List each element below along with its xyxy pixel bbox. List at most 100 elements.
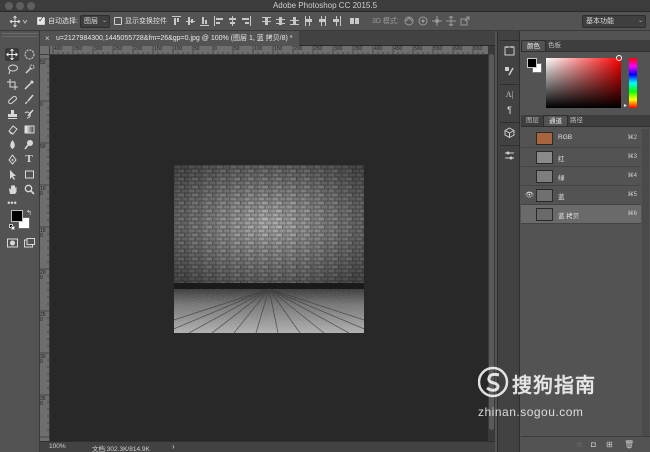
crop-tool-icon[interactable] — [5, 78, 19, 91]
dock-separator — [500, 84, 519, 85]
blur-tool-icon[interactable] — [5, 138, 19, 151]
align-left-edges-icon[interactable] — [214, 16, 223, 26]
history-panel-icon[interactable] — [503, 45, 516, 57]
delete-channel-icon[interactable]: 🗑 — [624, 440, 634, 449]
swap-colors-icon[interactable]: ↰ — [26, 209, 32, 217]
channel-visibility-toggle[interactable] — [525, 172, 533, 180]
zoom-tool-icon[interactable] — [22, 183, 36, 196]
auto-select-checkbox[interactable] — [37, 15, 45, 25]
distribute-top-icon[interactable] — [262, 16, 271, 26]
3d-panel-icon[interactable] — [503, 127, 516, 139]
foreground-color-swatch[interactable] — [11, 210, 23, 222]
document-image[interactable] — [174, 165, 364, 333]
marquee-tool-icon[interactable] — [22, 48, 36, 61]
channel-visibility-toggle[interactable] — [525, 134, 533, 142]
default-colors-icon[interactable] — [9, 224, 15, 230]
show-transform-controls-checkbox[interactable] — [114, 17, 122, 25]
channels-panel-scrollbar[interactable] — [642, 129, 649, 436]
tab-paths[interactable]: 路径 — [565, 115, 588, 127]
horizontal-ruler[interactable]: 400 350 300 250 200 150 100 50 0 50 100 150 200 250 30… — [50, 46, 488, 55]
3d-slide-icon[interactable] — [446, 15, 456, 28]
ruler-label: 250 — [40, 312, 46, 323]
hue-slider-handle-icon[interactable]: ▸ — [624, 102, 627, 109]
auto-align-layers-icon[interactable] — [350, 16, 359, 26]
type-tool-icon[interactable]: T — [22, 153, 36, 166]
canvas-area[interactable] — [50, 55, 488, 441]
dodge-tool-icon[interactable] — [22, 138, 36, 151]
close-document-icon[interactable]: × — [45, 31, 50, 46]
ruler-label: 500 — [414, 46, 423, 52]
channel-row-blue[interactable]: 👁 蓝 ⌘5 — [521, 186, 641, 205]
eyedropper-tool-icon[interactable] — [22, 78, 36, 91]
ruler-label: 250 — [314, 46, 323, 52]
hue-slider[interactable] — [629, 58, 637, 108]
3d-roll-icon[interactable] — [418, 16, 428, 28]
rectangle-tool-icon[interactable] — [22, 168, 36, 181]
align-top-edges-icon[interactable] — [172, 16, 181, 26]
watermark-url: zhinan.sogou.com — [478, 405, 584, 419]
eraser-tool-icon[interactable] — [5, 123, 19, 136]
channel-row-green[interactable]: 绿 ⌘4 — [521, 167, 641, 186]
channel-thumbnail — [536, 132, 553, 145]
3d-pan-icon[interactable] — [432, 16, 442, 28]
ruler-label: 350 — [74, 46, 83, 52]
brush-preset-panel-icon[interactable] — [503, 66, 516, 78]
path-selection-tool-icon[interactable] — [5, 168, 19, 181]
more-tools-icon[interactable]: ••• — [5, 197, 19, 210]
auto-select-label: 自动选择: — [48, 18, 78, 25]
screen-mode-icon[interactable] — [22, 237, 36, 250]
distribute-right-icon[interactable] — [332, 16, 341, 26]
lasso-tool-icon[interactable] — [5, 63, 19, 76]
auto-select-target-dropdown[interactable]: 图层 ⌄ — [80, 15, 110, 28]
tab-swatches[interactable]: 色板 — [543, 40, 566, 52]
properties-panel-icon[interactable] — [503, 150, 516, 162]
zoom-level[interactable]: 100% — [49, 443, 66, 450]
align-vertical-centers-icon[interactable] — [186, 16, 195, 26]
distribute-bottom-icon[interactable] — [290, 16, 299, 26]
move-tool-icon[interactable] — [5, 48, 19, 61]
align-horizontal-centers-icon[interactable] — [228, 16, 237, 26]
align-bottom-edges-icon[interactable] — [200, 16, 209, 26]
status-menu-arrow[interactable]: › — [172, 442, 175, 451]
channel-row-blue-copy[interactable]: 蓝 拷贝 ⌘6 — [521, 205, 641, 224]
history-brush-tool-icon[interactable] — [22, 108, 36, 121]
move-tool-preset-icon[interactable] — [9, 15, 29, 28]
tab-layers[interactable]: 图层 — [521, 115, 544, 127]
load-channel-as-selection-icon[interactable]: ◌ — [577, 440, 582, 449]
align-right-edges-icon[interactable] — [242, 16, 251, 26]
channel-visibility-toggle[interactable] — [525, 153, 533, 161]
distribute-left-icon[interactable] — [304, 16, 313, 26]
brush-tool-icon[interactable] — [22, 93, 36, 106]
hand-tool-icon[interactable] — [5, 183, 19, 196]
document-tab[interactable]: × u=2127984300,1445055728&fm=26&gp=0.jpg… — [40, 31, 299, 46]
tools-panel-grip[interactable] — [2, 33, 38, 37]
color-field[interactable] — [546, 58, 621, 108]
healing-brush-tool-icon[interactable] — [5, 93, 19, 106]
workspace-switcher[interactable]: 基本功能 ⌄ — [582, 15, 646, 28]
3d-rotate-icon[interactable] — [404, 16, 414, 28]
pen-tool-icon[interactable] — [5, 153, 19, 166]
options-bar: 自动选择: 图层 ⌄ 显示变换控件 3D 模式: 基本功能 ⌄ — [0, 12, 650, 31]
quick-mask-icon[interactable] — [5, 237, 19, 250]
save-selection-as-channel-icon[interactable]: ◘ — [591, 440, 596, 449]
distribute-vertical-centers-icon[interactable] — [276, 16, 285, 26]
ruler-label: 100 — [40, 186, 46, 197]
layers-panel-tabs: 图层 通道 路径 — [521, 115, 650, 127]
3d-scale-icon[interactable] — [460, 16, 470, 28]
distribute-horizontal-centers-icon[interactable] — [318, 16, 327, 26]
character-panel-icon[interactable]: A| — [503, 89, 516, 101]
eye-icon[interactable]: 👁 — [525, 191, 534, 199]
color-picker-cursor[interactable] — [616, 55, 622, 61]
clone-stamp-tool-icon[interactable] — [5, 108, 19, 121]
vertical-ruler[interactable]: 50 0 50 100 150 200 250 300 350 — [40, 55, 50, 441]
new-channel-icon[interactable]: ⊞ — [606, 440, 613, 449]
channel-row-red[interactable]: 红 ⌘3 — [521, 148, 641, 167]
quick-selection-tool-icon[interactable] — [22, 63, 36, 76]
gradient-tool-icon[interactable] — [22, 123, 36, 136]
channel-visibility-toggle[interactable] — [525, 210, 533, 218]
channel-row-rgb[interactable]: RGB ⌘2 — [521, 129, 641, 148]
paragraph-panel-icon[interactable]: ¶ — [503, 104, 516, 116]
ruler-label: 200 — [134, 46, 143, 52]
ruler-origin[interactable] — [40, 46, 50, 55]
panel-foreground-swatch[interactable] — [527, 58, 537, 68]
